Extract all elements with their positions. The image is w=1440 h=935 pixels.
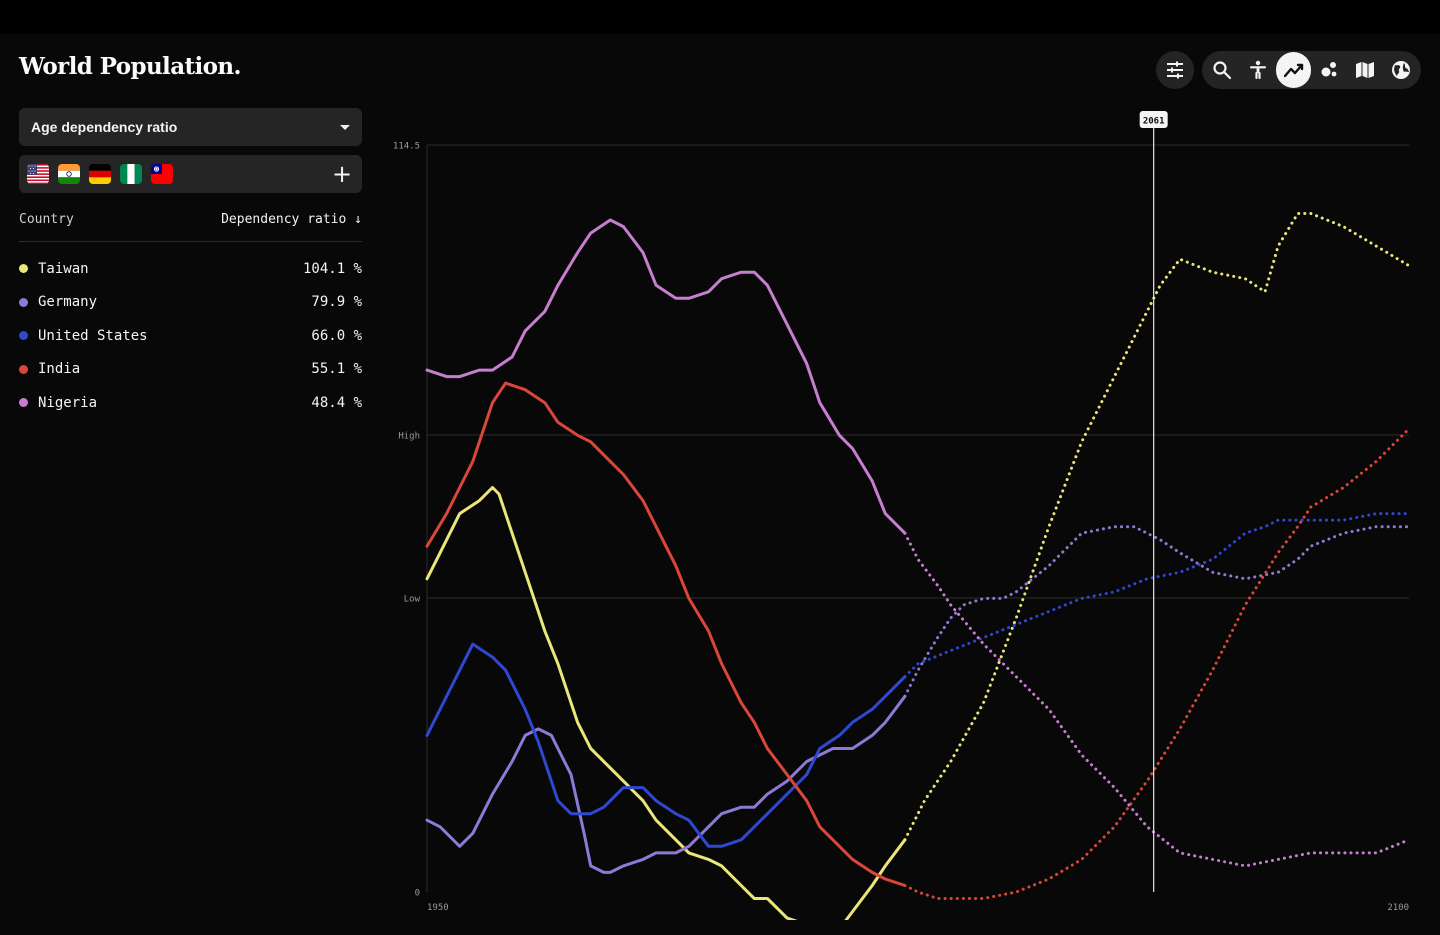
series-line-united-states <box>425 642 907 848</box>
flag-list <box>27 164 173 184</box>
series-projection-india <box>903 427 1411 900</box>
series-projection-nigeria <box>903 531 1411 868</box>
column-country[interactable]: Country <box>19 212 74 227</box>
row-value: 48.4 % <box>311 394 362 411</box>
flag-nigeria-icon[interactable] <box>120 164 142 184</box>
map-icon <box>1356 62 1375 78</box>
x-tick-label: 2100 <box>1387 903 1409 913</box>
series-line-germany <box>425 694 907 874</box>
view-toolbar <box>1202 51 1421 89</box>
table-header: Country Dependency ratio ↓ <box>19 212 362 242</box>
globe-view-button[interactable] <box>1383 52 1419 88</box>
table-row[interactable]: Taiwan 104.1 % <box>19 252 362 286</box>
indicator-select-label: Age dependency ratio <box>31 119 178 135</box>
map-view-button[interactable] <box>1347 52 1383 88</box>
flag-germany-icon[interactable] <box>89 164 111 184</box>
row-country-name: India <box>38 361 81 378</box>
accessibility-icon <box>1249 60 1266 79</box>
series-line-taiwan <box>425 486 907 920</box>
y-tick-label: High <box>398 432 420 442</box>
series-color-dot <box>19 297 28 307</box>
y-tick-label: Low <box>404 595 421 605</box>
series-projection-taiwan <box>903 212 1411 842</box>
flag-india-icon[interactable] <box>58 164 80 184</box>
indicator-select[interactable]: Age dependency ratio <box>19 108 362 146</box>
filter-sliders-icon <box>1167 61 1183 79</box>
row-value: 79.9 % <box>311 294 362 311</box>
bubble-chart-icon <box>1321 62 1337 77</box>
globe-icon <box>1392 61 1411 79</box>
country-table: Taiwan 104.1 % Germany 79.9 % United Sta… <box>19 252 362 420</box>
row-value: 66.0 % <box>311 327 362 344</box>
row-value: 55.1 % <box>311 361 362 378</box>
series-projection-germany <box>903 525 1411 698</box>
row-country-name: Taiwan <box>38 260 89 277</box>
chevron-down-icon <box>340 124 350 130</box>
flag-us-icon[interactable] <box>27 164 49 184</box>
row-country-name: United States <box>38 327 148 344</box>
line-chart-view-button[interactable] <box>1275 52 1312 88</box>
bubble-chart-view-button[interactable] <box>1311 52 1347 88</box>
row-country-name: Nigeria <box>38 394 98 411</box>
country-selector: + <box>19 155 362 193</box>
series-color-dot <box>19 398 28 408</box>
year-cursor[interactable]: 2061 <box>1139 111 1168 892</box>
x-tick-label: 1950 <box>427 903 449 913</box>
row-value: 104.1 % <box>302 260 362 277</box>
table-row[interactable]: Germany 79.9 % <box>19 286 362 320</box>
accessibility-button[interactable] <box>1240 52 1276 88</box>
series-line-nigeria <box>425 218 907 535</box>
page-title: World Population. <box>19 53 242 80</box>
series-color-dot <box>19 364 28 374</box>
row-country-name: Germany <box>38 294 98 311</box>
flag-taiwan-icon[interactable] <box>151 164 173 184</box>
filter-button[interactable] <box>1156 51 1194 89</box>
table-row[interactable]: Nigeria 48.4 % <box>19 386 362 420</box>
series-line-india <box>425 381 907 887</box>
table-row[interactable]: India 55.1 % <box>19 353 362 387</box>
cursor-year-label: 2061 <box>1143 117 1165 127</box>
chart-series <box>425 212 1411 920</box>
search-button[interactable] <box>1204 52 1240 88</box>
add-country-button[interactable]: + <box>330 162 354 186</box>
line-chart-icon <box>1283 63 1303 78</box>
y-tick-label: 0 <box>415 889 420 899</box>
series-color-dot <box>19 331 28 341</box>
table-row[interactable]: United States 66.0 % <box>19 319 362 353</box>
line-chart: 0 Low High 114.5 1950 2100 2061 <box>393 111 1411 920</box>
series-color-dot <box>19 264 28 274</box>
search-icon <box>1213 61 1232 80</box>
y-tick-label: 114.5 <box>393 142 420 152</box>
column-dependency-ratio[interactable]: Dependency ratio ↓ <box>221 212 362 227</box>
top-strip <box>0 0 1440 34</box>
